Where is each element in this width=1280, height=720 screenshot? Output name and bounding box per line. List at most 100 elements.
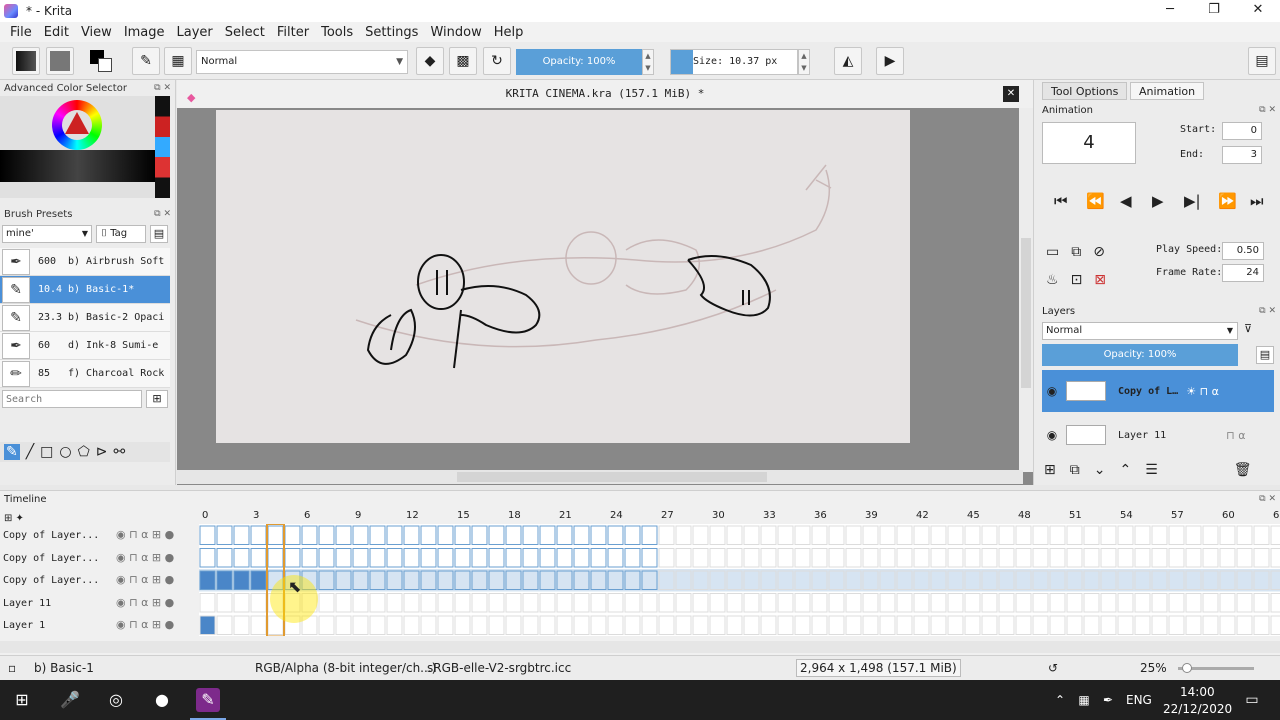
frame-rate-field[interactable]: 24 <box>1222 264 1264 282</box>
firefox-icon[interactable]: ● <box>150 688 174 712</box>
timeline-layer-icons[interactable]: ◉ ⊓ ⍺ ⊞ ● <box>116 551 174 564</box>
timeline-horizontal-scrollbar[interactable] <box>0 641 1280 653</box>
timeline-layer-icons[interactable]: ◉ ⊓ ⍺ ⊞ ● <box>116 528 174 541</box>
zoom-slider[interactable] <box>1178 663 1254 673</box>
frame-grid[interactable] <box>199 524 1280 636</box>
brush-presets-icon[interactable]: ▦ <box>164 47 192 75</box>
timeline-layer-icons[interactable]: ◉ ⊓ ⍺ ⊞ ● <box>116 596 174 609</box>
timeline-layer-name[interactable]: Copy of Layer... <box>3 575 99 586</box>
list-item[interactable]: ✎ 23.3 b) Basic-2 Opaci <box>0 304 170 332</box>
menu-layer[interactable]: Layer <box>177 25 213 40</box>
end-field[interactable]: 3 <box>1222 146 1262 164</box>
preset-search-input[interactable] <box>2 390 142 408</box>
layer-properties-icon[interactable]: ☰ <box>1145 462 1158 478</box>
alpha-lock-icon[interactable]: ▩ <box>449 47 477 75</box>
polyline-tool-icon[interactable]: ⊳ <box>96 444 108 460</box>
microphone-icon[interactable]: 🎤 <box>58 688 82 712</box>
list-item[interactable]: ✎ 10.4 b) Basic-1* <box>0 276 170 304</box>
rotate-icon[interactable]: ↺ <box>1048 661 1058 675</box>
mirror-vertical-icon[interactable]: ▶ <box>876 47 904 75</box>
menu-settings[interactable]: Settings <box>365 25 418 40</box>
menu-filter[interactable]: Filter <box>277 25 309 40</box>
windows-start-icon[interactable]: ⊞ <box>10 688 34 712</box>
onion-skin-icon[interactable]: ▭ <box>1046 244 1059 260</box>
layer-lock-icons[interactable]: ⊓ ⍺ <box>1226 429 1245 442</box>
layer-row[interactable]: ◉ Copy of L… ☀ ⊓ ⍺ <box>1042 370 1274 412</box>
blend-mode-select[interactable]: Normal ▼ <box>196 50 408 74</box>
notification-icon[interactable]: ▭ <box>1240 688 1264 712</box>
first-frame-icon[interactable]: ⏮ <box>1054 192 1068 210</box>
layer-filter-icon[interactable]: ⊽ <box>1244 322 1274 340</box>
size-slider[interactable]: Size: 10.37 px <box>670 49 798 75</box>
timeline-layer-name[interactable]: Layer 1 <box>3 620 45 631</box>
preset-filter-select[interactable]: mine' ▼ <box>2 225 92 243</box>
previous-keyframe-icon[interactable]: ⏪ <box>1086 192 1105 210</box>
ellipse-tool-icon[interactable]: ○ <box>59 444 71 460</box>
list-item[interactable]: ✏ 85 f) Charcoal Rock <box>0 360 170 388</box>
previous-frame-icon[interactable]: ◀ <box>1120 192 1132 210</box>
menu-window[interactable]: Window <box>430 25 481 40</box>
menu-help[interactable]: Help <box>494 25 524 40</box>
size-spin[interactable]: ▲ ▼ <box>798 49 810 75</box>
reload-preset-icon[interactable]: ↻ <box>483 47 511 75</box>
tag-button[interactable]: ⌷ Tag <box>96 225 146 243</box>
timeline-layer-name[interactable]: Copy of Layer... <box>3 553 99 564</box>
bezier-tool-icon[interactable]: ⚯ <box>114 444 126 460</box>
opacity-slider[interactable]: Opacity: 100% <box>516 49 642 75</box>
move-down-icon[interactable]: ⌄ <box>1094 462 1106 478</box>
move-up-icon[interactable]: ⌃ <box>1119 462 1131 478</box>
timeline-layer-icons[interactable]: ◉ ⊓ ⍺ ⊞ ● <box>116 618 174 631</box>
list-item[interactable]: ✒ 600 b) Airbrush Soft <box>0 248 170 276</box>
menu-tools[interactable]: Tools <box>321 25 353 40</box>
drop-frames-icon[interactable]: ⧉ <box>1071 244 1081 260</box>
foreground-background-color-icon[interactable] <box>88 48 114 74</box>
layer-view-icon[interactable]: ▤ <box>1256 346 1274 364</box>
layer-row[interactable]: ◉ Layer 11 ⊓ ⍺ <box>1042 414 1274 456</box>
obs-icon[interactable]: ◎ <box>104 688 128 712</box>
vertical-scrollbar[interactable] <box>1019 108 1033 472</box>
gradient-icon[interactable] <box>12 47 40 75</box>
play-speed-field[interactable]: 0.50 <box>1222 242 1264 260</box>
add-layer-icon[interactable]: ⊞ <box>1044 462 1056 478</box>
polygon-tool-icon[interactable]: ⬠ <box>78 444 90 460</box>
eraser-icon[interactable]: ◆ <box>416 47 444 75</box>
close-button[interactable]: ✕ <box>1236 0 1280 22</box>
krita-taskbar-icon[interactable]: ✎ <box>196 688 220 712</box>
add-timeline-layer-icon[interactable]: ⊞ ✦ <box>4 513 24 524</box>
dock-float-close-icon[interactable]: ⧉ ✕ <box>1259 306 1276 316</box>
dock-float-close-icon[interactable]: ⧉ ✕ <box>1259 494 1276 504</box>
save-preset-icon[interactable]: ⊞ <box>146 390 168 408</box>
last-frame-icon[interactable]: ⏭ <box>1250 192 1264 210</box>
layer-opacity-slider[interactable]: Opacity: 100% <box>1042 344 1238 366</box>
chevron-up-icon[interactable]: ⌃ <box>1048 688 1072 712</box>
dock-float-close-icon[interactable]: ⧉ ✕ <box>1259 105 1276 115</box>
tab-tool-options[interactable]: Tool Options <box>1042 82 1128 100</box>
audio-icon[interactable]: ⊘ <box>1093 244 1105 260</box>
fire-icon[interactable]: ♨ <box>1046 272 1059 288</box>
layer-lock-icons[interactable]: ☀ ⊓ ⍺ <box>1186 385 1219 398</box>
pen-icon[interactable]: ✒ <box>1096 688 1120 712</box>
list-item[interactable]: ✒ 60 d) Ink-8 Sumi-e <box>0 332 170 360</box>
start-field[interactable]: 0 <box>1222 122 1262 140</box>
preset-view-icon[interactable]: ▤ <box>150 225 168 243</box>
keyframe-mode-icon[interactable]: ⊠ <box>1094 272 1106 288</box>
language-indicator[interactable]: ENG <box>1126 693 1152 707</box>
menu-edit[interactable]: Edit <box>44 25 69 40</box>
opacity-spin[interactable]: ▲ ▼ <box>642 49 654 75</box>
workspace-icon[interactable]: ▤ <box>1248 47 1276 75</box>
brush-editor-icon[interactable]: ✎ <box>132 47 160 75</box>
duplicate-layer-icon[interactable]: ⧉ <box>1070 462 1080 478</box>
visibility-eye-icon[interactable]: ◉ <box>1042 384 1062 398</box>
menu-image[interactable]: Image <box>124 25 165 40</box>
color-shade-strip[interactable] <box>0 150 155 182</box>
visibility-eye-icon[interactable]: ◉ <box>1042 428 1062 442</box>
current-frame-field[interactable]: 4 <box>1042 122 1136 164</box>
close-document-icon[interactable]: ✕ <box>1003 86 1019 102</box>
tab-animation[interactable]: Animation <box>1130 82 1205 100</box>
pattern-icon[interactable] <box>46 47 74 75</box>
delete-layer-icon[interactable]: 🗑 <box>1234 462 1252 478</box>
horizontal-scrollbar[interactable] <box>177 470 1023 484</box>
rectangle-tool-icon[interactable]: □ <box>40 444 53 460</box>
color-wheel[interactable] <box>52 100 102 150</box>
play-icon[interactable]: ▶ <box>1152 192 1164 210</box>
